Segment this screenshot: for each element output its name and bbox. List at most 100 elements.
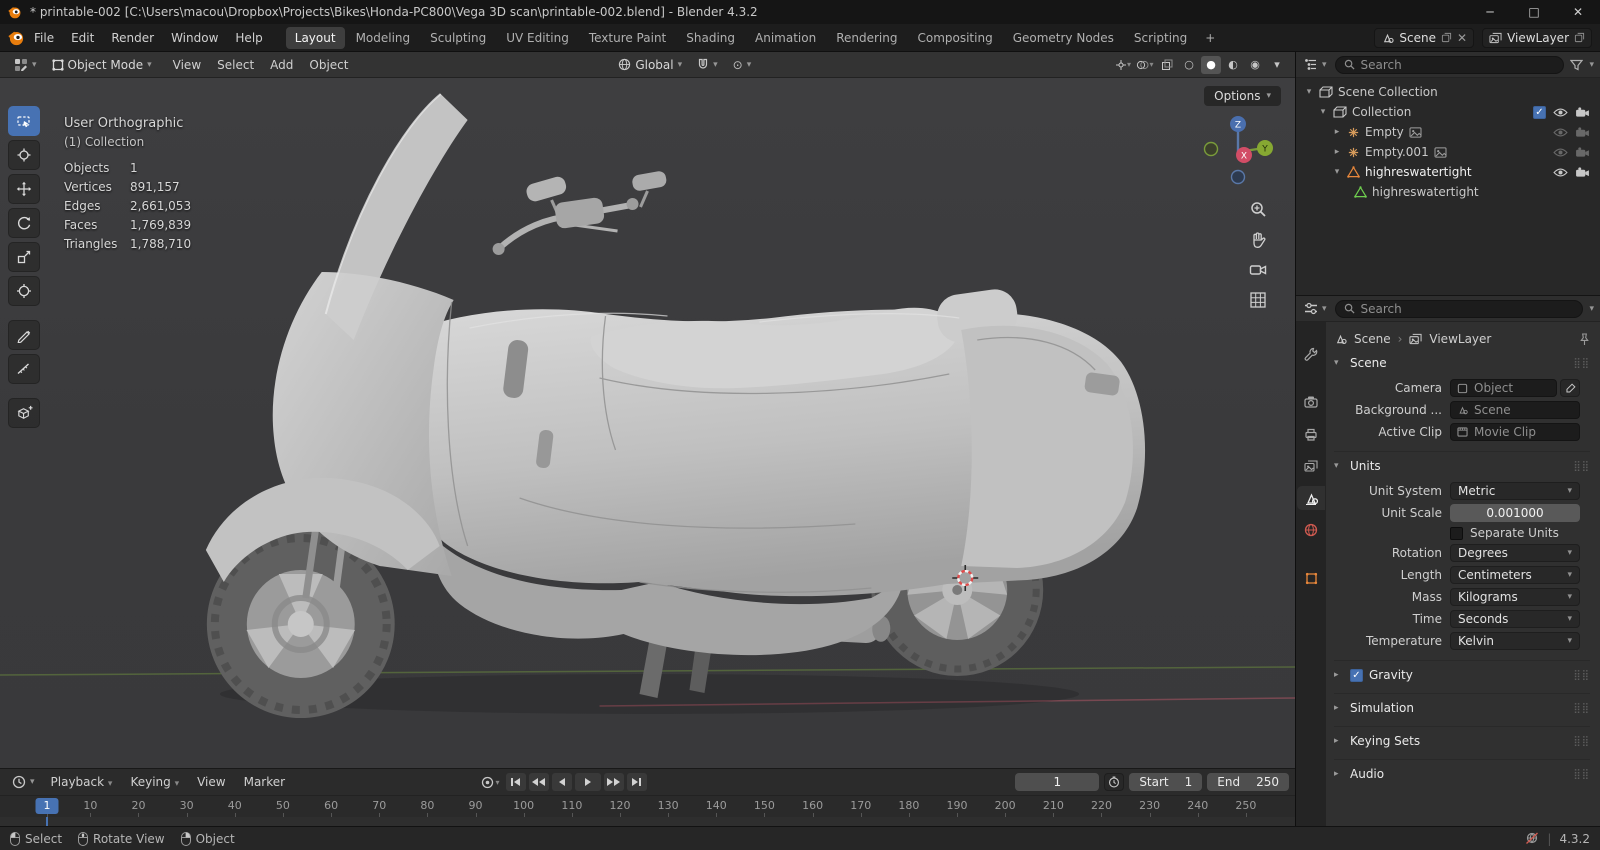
mode-selector[interactable]: Object Mode ▾ — [46, 56, 158, 74]
outliner-row-scene-collection[interactable]: ▾ Scene Collection — [1298, 82, 1598, 102]
overlays-toggle[interactable]: ▾ — [1135, 56, 1155, 74]
menu-file[interactable]: File — [26, 27, 62, 49]
copy-icon[interactable] — [1574, 32, 1585, 43]
blender-menu-icon[interactable] — [8, 29, 25, 46]
eyedropper-button[interactable] — [1560, 379, 1580, 397]
tool-move[interactable] — [8, 174, 40, 204]
expand-arrow-icon[interactable]: ▸ — [1332, 127, 1342, 137]
filter-icon[interactable] — [1570, 59, 1584, 71]
tab-output[interactable] — [1297, 422, 1325, 446]
outliner-editor-selector[interactable]: ▾ — [1302, 56, 1329, 73]
camera-render-icon[interactable] — [1575, 126, 1590, 138]
outliner-row-collection[interactable]: ▾ Collection ✓ — [1298, 102, 1598, 122]
workspace-tab-modeling[interactable]: Modeling — [347, 27, 420, 49]
outliner-row-empty[interactable]: ▸ Empty — [1298, 122, 1598, 142]
drag-grip-icon[interactable]: ⣿⣿ — [1573, 358, 1590, 369]
unit-system-dropdown[interactable]: Metric ▾ — [1450, 482, 1580, 500]
expand-arrow-icon[interactable]: ▾ — [1318, 107, 1328, 117]
use-preview-range-toggle[interactable] — [1104, 773, 1125, 791]
playhead-line[interactable] — [46, 817, 48, 826]
drag-grip-icon[interactable]: ⣿⣿ — [1573, 703, 1590, 714]
tab-render[interactable] — [1297, 390, 1325, 414]
rotation-dropdown[interactable]: Degrees ▾ — [1450, 544, 1580, 562]
end-frame-field[interactable]: End 250 — [1207, 773, 1289, 791]
prev-keyframe-button[interactable] — [528, 773, 549, 791]
viewport-menu-view[interactable]: View — [165, 54, 209, 76]
workspace-tab-geometry-nodes[interactable]: Geometry Nodes — [1004, 27, 1123, 49]
drag-grip-icon[interactable]: ⣿⣿ — [1573, 670, 1590, 681]
tool-box-select[interactable] — [8, 106, 40, 136]
eye-icon[interactable] — [1553, 147, 1568, 158]
timeline-menu-playback[interactable]: Playback ▾ — [43, 771, 121, 793]
snap-toggle[interactable]: ▾ — [691, 56, 724, 73]
properties-editor-selector[interactable]: ▾ — [1302, 300, 1329, 317]
options-button[interactable]: Options ▾ — [1204, 86, 1281, 106]
xray-toggle[interactable] — [1157, 56, 1177, 74]
tool-scale[interactable] — [8, 242, 40, 272]
timeline-ruler[interactable]: 1 11020304050607080901001101201301401501… — [0, 795, 1295, 817]
workspace-tab-compositing[interactable]: Compositing — [908, 27, 1001, 49]
camera-render-icon[interactable] — [1575, 106, 1590, 118]
shading-wireframe[interactable]: ○ — [1179, 56, 1199, 74]
camera-render-icon[interactable] — [1575, 166, 1590, 178]
chevron-down-icon[interactable]: ▾ — [1589, 60, 1594, 70]
scene-section-header[interactable]: ▾ Scene ⣿⣿ — [1334, 351, 1590, 375]
network-status-icon[interactable] — [1525, 832, 1539, 845]
units-section-header[interactable]: ▾ Units ⣿⣿ — [1334, 454, 1590, 478]
keying-sets-section-header[interactable]: ▸ Keying Sets ⣿⣿ — [1334, 729, 1590, 753]
tool-transform[interactable] — [8, 276, 40, 306]
unit-scale-field[interactable]: 0.001000 — [1450, 504, 1580, 522]
outliner-row-empty-001[interactable]: ▸ Empty.001 — [1298, 142, 1598, 162]
viewport-menu-select[interactable]: Select — [209, 54, 262, 76]
shading-material[interactable]: ◐ — [1223, 56, 1243, 74]
properties-search-input[interactable]: Search — [1334, 299, 1584, 318]
audio-section-header[interactable]: ▸ Audio ⣿⣿ — [1334, 762, 1590, 786]
unlink-icon[interactable]: ✕ — [1457, 31, 1467, 45]
tool-rotate[interactable] — [8, 208, 40, 238]
menu-edit[interactable]: Edit — [63, 27, 102, 49]
gravity-section-header[interactable]: ▸ ✓ Gravity ⣿⣿ — [1334, 663, 1590, 687]
collection-checkbox[interactable]: ✓ — [1533, 105, 1546, 119]
minimize-button[interactable]: ─ — [1468, 0, 1512, 24]
axis-neg-z[interactable] — [1230, 169, 1246, 185]
outliner-search-input[interactable]: Search — [1334, 55, 1565, 74]
movie-clip-field[interactable]: Movie Clip — [1450, 423, 1580, 441]
workspace-tab-scripting[interactable]: Scripting — [1125, 27, 1196, 49]
viewlayer-selector[interactable]: ViewLayer — [1482, 27, 1592, 48]
eye-icon[interactable] — [1553, 107, 1568, 118]
workspace-tab-shading[interactable]: Shading — [677, 27, 744, 49]
breadcrumb-scene[interactable]: Scene — [1354, 332, 1391, 346]
close-button[interactable]: ✕ — [1556, 0, 1600, 24]
grid-ortho-icon[interactable] — [1249, 291, 1267, 309]
workspace-tab-uv-editing[interactable]: UV Editing — [497, 27, 578, 49]
eye-icon[interactable] — [1553, 167, 1568, 178]
drag-grip-icon[interactable]: ⣿⣿ — [1573, 461, 1590, 472]
workspace-tab-rendering[interactable]: Rendering — [827, 27, 906, 49]
tool-measure[interactable] — [8, 354, 40, 384]
drag-grip-icon[interactable]: ⣿⣿ — [1573, 769, 1590, 780]
play-button[interactable] — [574, 773, 601, 791]
tab-scene[interactable] — [1297, 486, 1325, 510]
gravity-checkbox[interactable]: ✓ — [1350, 668, 1363, 682]
workspace-tab-sculpting[interactable]: Sculpting — [421, 27, 495, 49]
viewport-menu-add[interactable]: Add — [262, 54, 301, 76]
camera-render-icon[interactable] — [1575, 146, 1590, 158]
time-dropdown[interactable]: Seconds ▾ — [1450, 610, 1580, 628]
tab-view-layer[interactable] — [1297, 454, 1325, 478]
show-gizmo-toggle[interactable]: ▾ — [1113, 56, 1133, 74]
mass-dropdown[interactable]: Kilograms ▾ — [1450, 588, 1580, 606]
viewport-canvas[interactable]: User Orthographic (1) Collection Objects… — [0, 78, 1295, 768]
length-dropdown[interactable]: Centimeters ▾ — [1450, 566, 1580, 584]
start-frame-field[interactable]: Start 1 — [1129, 773, 1203, 791]
axis-neg-y[interactable] — [1203, 141, 1219, 157]
navigation-gizmo[interactable]: Z Y X — [1203, 112, 1273, 188]
3d-scene-motorcycle-scan[interactable] — [0, 78, 1295, 768]
zoom-icon[interactable] — [1249, 200, 1267, 218]
camera-object-field[interactable]: Object — [1450, 379, 1557, 397]
viewport-menu-object[interactable]: Object — [301, 54, 356, 76]
outliner-row-mesh-data[interactable]: highreswatertight — [1298, 182, 1598, 202]
add-workspace-button[interactable]: + — [1198, 29, 1222, 47]
current-frame-marker[interactable]: 1 — [35, 798, 59, 814]
tool-cursor[interactable] — [8, 140, 40, 170]
scene-selector[interactable]: Scene ✕ — [1374, 27, 1475, 48]
